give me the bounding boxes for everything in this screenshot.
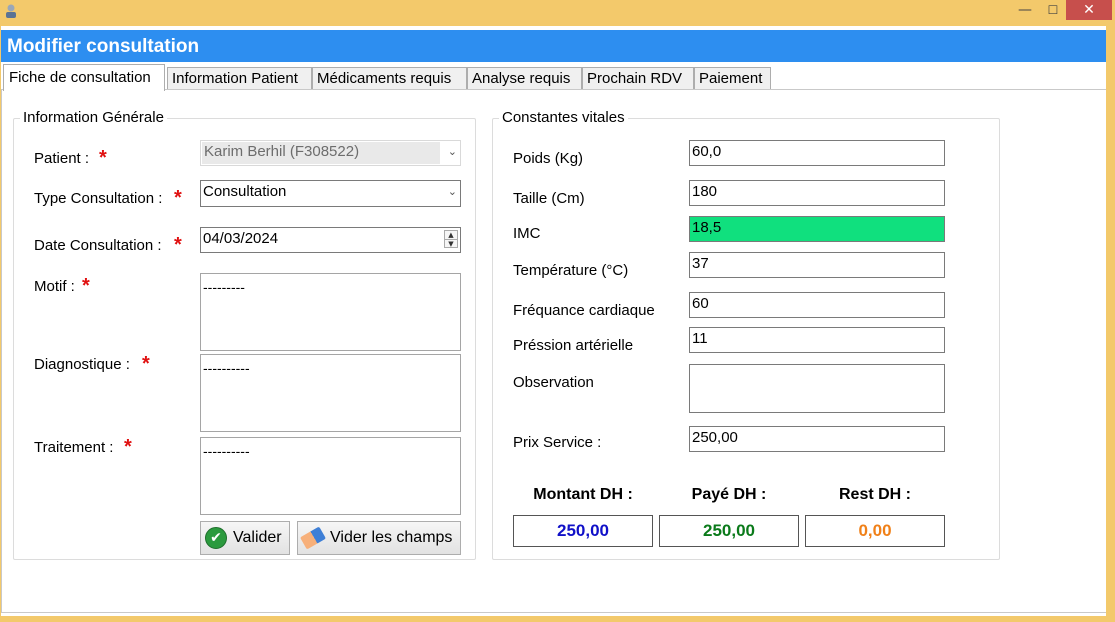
tab-prochain-rdv[interactable]: Prochain RDV (582, 67, 694, 90)
valider-button-label: Valider (233, 529, 282, 546)
minimize-button[interactable]: — (1012, 0, 1038, 20)
window-header: Modifier consultation (1, 30, 1107, 62)
date-required-mark: * (174, 234, 182, 256)
tab-page-fiche: Information Générale Patient : * Karim B… (1, 89, 1107, 613)
close-button[interactable]: ✕ (1066, 0, 1112, 20)
patient-combobox-value: Karim Berhil (F308522) (202, 142, 440, 164)
motif-label: Motif : (34, 278, 75, 295)
montant-value: 250,00 (513, 515, 653, 547)
observation-label: Observation (513, 374, 594, 391)
poids-input[interactable]: 60,0 (689, 140, 945, 166)
vider-champs-button[interactable]: Vider les champs (297, 521, 461, 555)
date-spinner[interactable]: ▲ ▼ (444, 230, 458, 248)
diagnostique-textarea[interactable]: ---------- (200, 354, 461, 432)
rest-label: Rest DH : (838, 486, 911, 503)
tab-medicaments-requis[interactable]: Médicaments requis (312, 67, 467, 90)
window-bottom-border (0, 616, 1115, 622)
app-icon (6, 4, 16, 18)
date-consultation-value: 04/03/2024 (203, 230, 279, 247)
traitement-textarea[interactable]: ---------- (200, 437, 461, 515)
spin-up-icon[interactable]: ▲ (445, 231, 457, 239)
type-consultation-value: Consultation (203, 183, 287, 200)
eraser-icon (299, 526, 327, 550)
tab-fiche-consultation[interactable]: Fiche de consultation (3, 64, 165, 91)
prix-service-label: Prix Service : (513, 434, 602, 451)
observation-textarea[interactable] (689, 364, 945, 413)
date-consultation-picker[interactable]: 04/03/2024 ▲ ▼ (200, 227, 461, 253)
taille-label: Taille (Cm) (513, 190, 585, 207)
tab-analyse-requis[interactable]: Analyse requis (467, 67, 582, 90)
tab-information-patient[interactable]: Information Patient (167, 67, 312, 90)
type-consultation-label: Type Consultation : (34, 190, 163, 207)
temperature-input[interactable]: 37 (689, 252, 945, 278)
general-info-group: Information Générale Patient : * Karim B… (13, 109, 476, 560)
rest-value: 0,00 (805, 515, 945, 547)
valider-button[interactable]: ✔ Valider (200, 521, 290, 555)
spin-down-icon[interactable]: ▼ (445, 239, 457, 248)
type-required-mark: * (174, 187, 182, 209)
vider-button-label: Vider les champs (330, 529, 453, 546)
window-client-area: Modifier consultation Fiche de consultat… (1, 26, 1107, 616)
tab-paiement[interactable]: Paiement (694, 67, 771, 90)
patient-combobox[interactable]: Karim Berhil (F308522) ⌄ (200, 140, 461, 166)
taille-input[interactable]: 180 (689, 180, 945, 206)
tab-strip: Fiche de consultation Information Patien… (1, 64, 1107, 91)
window-title: Modifier consultation (7, 36, 200, 57)
chevron-down-icon: ⌄ (447, 145, 457, 158)
motif-required-mark: * (82, 275, 90, 297)
pression-arterielle-label: Préssion artérielle (513, 337, 634, 354)
imc-input[interactable]: 18,5 (689, 216, 945, 242)
paye-label: Payé DH : (691, 486, 767, 503)
type-consultation-combobox[interactable]: Consultation ⌄ (200, 180, 461, 207)
temperature-label: Température (°C) (513, 262, 629, 279)
maximize-button[interactable]: ☐ (1040, 0, 1066, 20)
patient-label: Patient : (34, 150, 90, 167)
prix-service-input[interactable]: 250,00 (689, 426, 945, 452)
traitement-required-mark: * (124, 436, 132, 458)
pression-arterielle-input[interactable]: 11 (689, 327, 945, 353)
check-icon: ✔ (205, 527, 227, 549)
general-info-legend: Information Générale (20, 109, 167, 126)
montant-label: Montant DH : (533, 486, 633, 503)
window-titlebar: — ☐ ✕ (0, 0, 1115, 26)
traitement-label: Traitement : (34, 439, 114, 456)
patient-required-mark: * (99, 147, 107, 169)
frequence-cardiaque-input[interactable]: 60 (689, 292, 945, 318)
imc-label: IMC (513, 225, 541, 242)
date-consultation-label: Date Consultation : (34, 237, 162, 254)
paye-value: 250,00 (659, 515, 799, 547)
window-right-border (1106, 26, 1115, 622)
poids-label: Poids (Kg) (513, 150, 584, 167)
vitals-group: Constantes vitales Poids (Kg) 60,0 Taill… (492, 109, 1000, 560)
motif-textarea[interactable]: --------- (200, 273, 461, 351)
chevron-down-icon: ⌄ (447, 185, 457, 198)
vitals-legend: Constantes vitales (499, 109, 628, 126)
frequence-cardiaque-label: Fréquance cardiaque (513, 302, 655, 319)
diagnostique-required-mark: * (142, 353, 150, 375)
diagnostique-label: Diagnostique : (34, 356, 130, 373)
